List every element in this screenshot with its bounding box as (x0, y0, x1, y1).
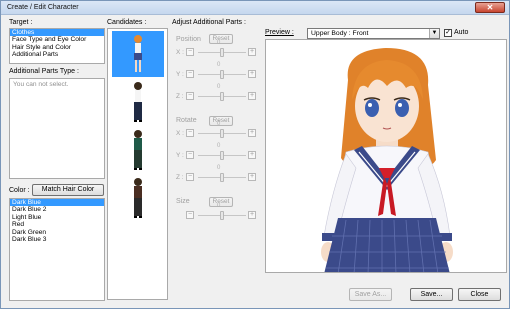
slider-thumb[interactable] (220, 211, 224, 220)
axis-label: Y : (176, 71, 184, 78)
plus-icon[interactable]: + (248, 173, 256, 181)
preview-view-select[interactable]: Upper Body : Front ▼ (307, 28, 440, 39)
target-list[interactable]: Clothes Face Type and Eye Color Hair Style… (9, 28, 105, 64)
slider-thumb[interactable] (220, 70, 224, 79)
adjust-slider[interactable]: Z : − + (174, 173, 259, 183)
save-as-button[interactable]: Save As... (349, 288, 392, 301)
plus-icon[interactable]: + (248, 92, 256, 100)
minus-icon[interactable]: − (186, 151, 194, 159)
candidate-item[interactable] (112, 79, 164, 125)
title-bar[interactable]: Create / Edit Character ✕ (1, 1, 509, 15)
candidate-item[interactable] (112, 175, 164, 221)
character-preview[interactable] (265, 39, 507, 273)
color-item[interactable]: Dark Blue 3 (10, 236, 104, 243)
close-icon[interactable]: ✕ (475, 2, 505, 13)
additional-parts-placeholder: You can not select. (13, 81, 69, 88)
axis-label: X : (176, 130, 184, 137)
slider-thumb[interactable] (220, 48, 224, 57)
slider-zero-label: 0 (217, 143, 221, 149)
axis-label: Z : (176, 174, 184, 181)
candidate-figure-icon (134, 178, 142, 218)
close-button[interactable]: Close (458, 288, 501, 301)
adjust-slider[interactable]: X : − + (174, 48, 259, 58)
slider-zero-label: 0 (217, 165, 221, 171)
axis-label: Z : (176, 93, 184, 100)
slider-thumb[interactable] (220, 129, 224, 138)
adjust-slider[interactable]: X : − + (174, 129, 259, 139)
minus-icon[interactable]: − (186, 173, 194, 181)
plus-icon[interactable]: + (248, 70, 256, 78)
adjust-parts-title: Adjust Additional Parts : (172, 19, 246, 26)
plus-icon[interactable]: + (248, 151, 256, 159)
size-reset-button[interactable]: Reset (209, 197, 233, 207)
adjust-slider[interactable]: Y : − + (174, 70, 259, 80)
size-label: Size (176, 198, 190, 205)
target-item[interactable]: Clothes (10, 29, 104, 37)
create-edit-character-window: Create / Edit Character ✕ Target : Cloth… (0, 0, 510, 309)
plus-icon[interactable]: + (248, 211, 256, 219)
slider-zero-label: 0 (217, 203, 221, 209)
target-item[interactable]: Additional Parts (10, 51, 104, 58)
slider-thumb[interactable] (220, 92, 224, 101)
minus-icon[interactable]: − (186, 92, 194, 100)
slider-thumb[interactable] (220, 151, 224, 160)
rotate-label: Rotate (176, 117, 197, 124)
color-item[interactable]: Dark Green (10, 229, 104, 236)
minus-icon[interactable]: − (186, 211, 194, 219)
color-item[interactable]: Dark Blue (10, 199, 104, 207)
additional-parts-type-list[interactable]: You can not select. (9, 78, 105, 179)
match-hair-color-button[interactable]: Match Hair Color (32, 184, 104, 196)
color-list[interactable]: Dark Blue Dark Blue 2 Light Blue Red Dark Gr… (9, 198, 105, 301)
candidate-item[interactable] (112, 127, 164, 173)
target-item[interactable]: Hair Style and Color (10, 44, 104, 51)
axis-label: X : (176, 49, 184, 56)
minus-icon[interactable]: − (186, 129, 194, 137)
preview-label: Preview : (265, 29, 294, 36)
position-label: Position (176, 36, 201, 43)
preview-view-value: Upper Body : Front (311, 30, 369, 37)
slider-zero-label: 0 (217, 40, 221, 46)
additional-parts-type-label: Additional Parts Type : (9, 68, 79, 75)
slider-zero-label: 0 (217, 62, 221, 68)
target-label: Target : (9, 19, 33, 26)
auto-label: Auto (454, 29, 469, 36)
candidate-item[interactable] (112, 31, 164, 77)
color-item[interactable]: Dark Blue 2 (10, 206, 104, 213)
rotate-reset-button[interactable]: Reset (209, 116, 233, 126)
candidates-label: Candidates : (107, 19, 147, 26)
color-label: Color : (9, 187, 30, 194)
position-reset-button[interactable]: Reset (209, 34, 233, 44)
auto-checkbox[interactable]: ✓ (444, 29, 452, 37)
plus-icon[interactable]: + (248, 129, 256, 137)
target-item[interactable]: Face Type and Eye Color (10, 36, 104, 43)
adjust-slider[interactable]: Z : − + (174, 92, 259, 102)
candidate-figure-icon (134, 35, 142, 72)
adjust-slider[interactable]: Y : − + (174, 151, 259, 161)
slider-thumb[interactable] (220, 173, 224, 182)
color-item[interactable]: Light Blue (10, 214, 104, 221)
candidates-list[interactable] (107, 28, 168, 300)
adjust-slider[interactable]: − + (174, 211, 259, 221)
plus-icon[interactable]: + (248, 48, 256, 56)
color-item[interactable]: Red (10, 221, 104, 228)
minus-icon[interactable]: − (186, 48, 194, 56)
minus-icon[interactable]: − (186, 70, 194, 78)
candidate-figure-icon (134, 130, 142, 170)
save-button[interactable]: Save... (410, 288, 453, 301)
window-title: Create / Edit Character (7, 4, 79, 11)
candidate-figure-icon (134, 82, 142, 122)
character-figure (321, 48, 453, 272)
slider-zero-label: 0 (217, 84, 221, 90)
slider-zero-label: 0 (217, 121, 221, 127)
axis-label: Y : (176, 152, 184, 159)
chevron-down-icon: ▼ (429, 29, 439, 38)
